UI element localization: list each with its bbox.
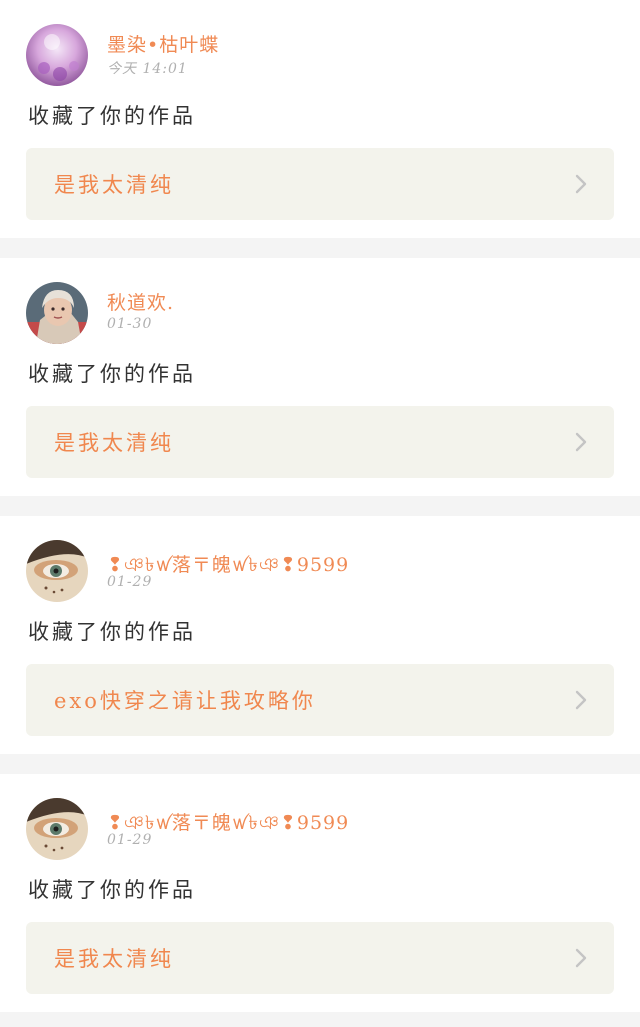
username[interactable]: 秋道欢. xyxy=(107,288,174,315)
work-link[interactable]: 是我太清纯 xyxy=(26,922,614,994)
timestamp: 01-29 xyxy=(107,832,153,848)
action-text: 收藏了你的作品 xyxy=(28,362,196,386)
notification-card: 秋道欢. 01-30 收藏了你的作品 是我太清纯 xyxy=(0,258,640,496)
chevron-right-icon xyxy=(575,432,587,452)
timestamp: 01-29 xyxy=(107,574,153,590)
work-title: 是我太清纯 xyxy=(54,431,174,455)
notification-feed: 墨染•枯叶蝶 今天 14:01 收藏了你的作品 是我太清纯 秋道欢. 01-30… xyxy=(0,0,640,1027)
action-text: 收藏了你的作品 xyxy=(28,620,196,644)
chevron-right-icon xyxy=(575,948,587,968)
avatar[interactable] xyxy=(26,24,88,86)
work-link[interactable]: 是我太清纯 xyxy=(26,406,614,478)
chevron-right-icon xyxy=(575,174,587,194)
notification-card: ❢ঞ৳ꪝ落〒魄ꪝ৳ঞ❢9599 01-29 收藏了你的作品 exo快穿之请让我攻… xyxy=(0,516,640,754)
work-title: 是我太清纯 xyxy=(54,173,174,197)
action-text: 收藏了你的作品 xyxy=(28,878,196,902)
work-link[interactable]: exo快穿之请让我攻略你 xyxy=(26,664,614,736)
eye-makeup-avatar-icon xyxy=(26,798,88,860)
purple-flower-avatar-icon xyxy=(26,24,88,86)
notification-card: 墨染•枯叶蝶 今天 14:01 收藏了你的作品 是我太清纯 xyxy=(0,0,640,238)
girl-portrait-avatar-icon xyxy=(26,282,88,344)
avatar[interactable] xyxy=(26,282,88,344)
work-link[interactable]: 是我太清纯 xyxy=(26,148,614,220)
eye-makeup-avatar-icon xyxy=(26,540,88,602)
timestamp: 01-30 xyxy=(107,316,153,332)
notification-card: ❢ঞ৳ꪝ落〒魄ꪝ৳ঞ❢9599 01-29 收藏了你的作品 是我太清纯 xyxy=(0,774,640,1012)
avatar[interactable] xyxy=(26,540,88,602)
action-text: 收藏了你的作品 xyxy=(28,104,196,128)
avatar[interactable] xyxy=(26,798,88,860)
work-title: exo快穿之请让我攻略你 xyxy=(54,689,316,713)
work-title: 是我太清纯 xyxy=(54,947,174,971)
username[interactable]: 墨染•枯叶蝶 xyxy=(107,30,219,57)
chevron-right-icon xyxy=(575,690,587,710)
timestamp: 今天 14:01 xyxy=(107,61,188,77)
